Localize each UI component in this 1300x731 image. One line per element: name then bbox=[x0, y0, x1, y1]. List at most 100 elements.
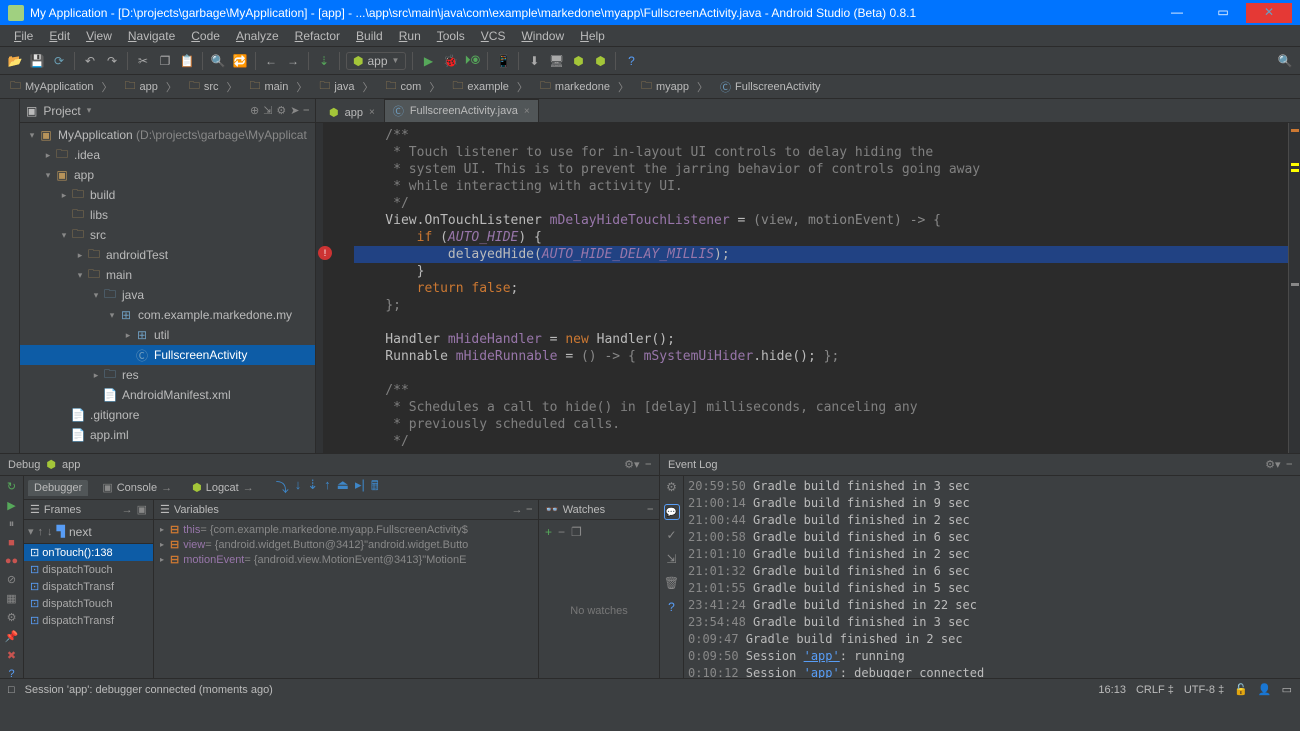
redo-icon[interactable]: ↷ bbox=[103, 52, 121, 70]
tree-node[interactable]: ▾🗀main bbox=[20, 265, 315, 285]
memory-icon[interactable]: ▭ bbox=[1282, 683, 1292, 696]
tree-node[interactable]: 📄.gitignore bbox=[20, 405, 315, 425]
make-icon[interactable]: ⇣ bbox=[315, 52, 333, 70]
stack-frame[interactable]: ⊡ onTouch():138 bbox=[24, 544, 153, 561]
event-link[interactable]: 'app' bbox=[804, 666, 840, 678]
mark-read-icon[interactable]: ✓ bbox=[664, 528, 680, 544]
ddms-icon[interactable]: ⬢ bbox=[569, 52, 587, 70]
settings-icon[interactable]: ⚙ bbox=[664, 480, 680, 496]
stack-frame[interactable]: ⊡ dispatchTransf bbox=[24, 578, 153, 595]
menu-tools[interactable]: Tools bbox=[429, 27, 473, 45]
collapse-icon[interactable]: ⇲ bbox=[263, 104, 272, 117]
avd-icon[interactable]: 📱 bbox=[494, 52, 512, 70]
tree-node[interactable]: ▾🗀src bbox=[20, 225, 315, 245]
inspector-icon[interactable]: 👤 bbox=[1258, 683, 1272, 696]
menu-window[interactable]: Window bbox=[513, 27, 572, 45]
breakpoints-icon[interactable]: ●● bbox=[4, 555, 20, 567]
monitor-icon[interactable]: 🖥 bbox=[547, 52, 565, 70]
pin-icon[interactable]: 📌 bbox=[4, 630, 20, 643]
close-tab-icon[interactable]: × bbox=[369, 107, 375, 118]
restore-layout-icon[interactable]: ▦ bbox=[4, 592, 20, 605]
step-over-icon[interactable]: ⤵ bbox=[276, 477, 289, 499]
editor-tab[interactable]: ⬢app× bbox=[320, 102, 384, 122]
sync-icon[interactable]: ⟳ bbox=[50, 52, 68, 70]
editor-gutter[interactable]: ! bbox=[316, 123, 324, 453]
breadcrumb-app[interactable]: 🗀app bbox=[118, 77, 182, 96]
stack-frame[interactable]: ⊡ dispatchTouch bbox=[24, 561, 153, 578]
menu-file[interactable]: File bbox=[6, 27, 41, 45]
undo-icon[interactable]: ↶ bbox=[81, 52, 99, 70]
hide-icon[interactable]: ⎯ bbox=[648, 503, 654, 516]
close-tab-icon[interactable]: × bbox=[524, 106, 530, 117]
gear-icon[interactable]: ⚙▾ bbox=[624, 458, 639, 471]
error-gutter-icon[interactable]: ! bbox=[318, 246, 332, 260]
combo-icon[interactable]: ▣ bbox=[26, 104, 37, 118]
tree-node[interactable]: 🗀libs bbox=[20, 205, 315, 225]
cut-icon[interactable]: ✂ bbox=[134, 52, 152, 70]
gear-icon[interactable]: ⚙ bbox=[276, 104, 286, 117]
debug-icon[interactable]: 🐞 bbox=[441, 52, 459, 70]
breadcrumb-main[interactable]: 🗀main bbox=[244, 77, 314, 96]
tree-node[interactable]: ▸🗀.idea bbox=[20, 145, 315, 165]
menu-edit[interactable]: Edit bbox=[41, 27, 78, 45]
prev-frame-icon[interactable]: ↑ bbox=[38, 526, 44, 538]
status-tool-icon[interactable]: □ bbox=[8, 684, 15, 696]
minimize-button[interactable]: — bbox=[1154, 3, 1200, 23]
stop-icon[interactable]: ■ bbox=[4, 537, 20, 549]
paste-icon[interactable]: 📋 bbox=[178, 52, 196, 70]
menu-analyze[interactable]: Analyze bbox=[228, 27, 287, 45]
run-icon[interactable]: ▶ bbox=[419, 52, 437, 70]
tab-debugger[interactable]: Debugger bbox=[28, 480, 88, 496]
tree-node[interactable]: ▾⊞com.example.markedone.my bbox=[20, 305, 315, 325]
tree-node[interactable]: ▸🗀androidTest bbox=[20, 245, 315, 265]
force-step-icon[interactable]: ⇣ bbox=[307, 477, 318, 499]
close-button[interactable]: ✕ bbox=[1246, 3, 1292, 23]
left-tool-strip[interactable] bbox=[0, 99, 20, 453]
event-link[interactable]: 'app' bbox=[804, 649, 840, 663]
add-watch-icon[interactable]: + bbox=[545, 525, 552, 539]
scroll-to-icon[interactable]: ⊕ bbox=[250, 104, 259, 117]
menu-vcs[interactable]: VCS bbox=[473, 27, 514, 45]
copy-icon[interactable]: ❐ bbox=[156, 52, 174, 70]
save-icon[interactable]: 💾 bbox=[28, 52, 46, 70]
thread-selector[interactable]: ▾ bbox=[28, 525, 34, 538]
code-editor[interactable]: /** * Touch listener to use for in-layou… bbox=[324, 123, 1288, 453]
help-icon[interactable]: ? bbox=[4, 668, 20, 678]
help-icon[interactable]: ? bbox=[664, 600, 680, 616]
breadcrumb-java[interactable]: 🗀java bbox=[313, 77, 379, 96]
breadcrumb-example[interactable]: 🗀example bbox=[446, 77, 534, 96]
status-line-sep[interactable]: CRLF ‡ bbox=[1136, 684, 1174, 696]
restore-icon[interactable]: → bbox=[122, 504, 133, 516]
editor-tab[interactable]: ⒸFullscreenActivity.java× bbox=[384, 99, 539, 122]
replace-icon[interactable]: 🔁 bbox=[231, 52, 249, 70]
hide-icon[interactable]: ➤ bbox=[290, 104, 299, 117]
hide-icon[interactable]: ⎯ bbox=[527, 503, 533, 516]
tab-console[interactable]: ▣Console→ bbox=[96, 479, 178, 496]
menu-help[interactable]: Help bbox=[572, 27, 613, 45]
stack-frame[interactable]: ⊡ dispatchTouch bbox=[24, 595, 153, 612]
tree-node[interactable]: ▾▣MyApplication (D:\projects\garbage\MyA… bbox=[20, 125, 315, 145]
evaluate-icon[interactable]: 🖩 bbox=[371, 477, 379, 499]
scroll-icon[interactable]: ⇲ bbox=[664, 552, 680, 568]
menu-build[interactable]: Build bbox=[348, 27, 391, 45]
remove-watch-icon[interactable]: − bbox=[558, 525, 565, 539]
hide-icon[interactable]: ⎯ bbox=[1287, 458, 1293, 471]
breadcrumb-com[interactable]: 🗀com bbox=[380, 77, 447, 96]
pause-icon[interactable]: ⏸ bbox=[4, 518, 20, 531]
breadcrumb-myapplication[interactable]: 🗀MyApplication bbox=[4, 77, 118, 96]
tree-node[interactable]: ▸🗀res bbox=[20, 365, 315, 385]
find-icon[interactable]: 🔍 bbox=[209, 52, 227, 70]
step-out-icon[interactable]: ↑ bbox=[324, 477, 331, 499]
breadcrumb-fullscreenactivity[interactable]: ⒸFullscreenActivity bbox=[714, 79, 835, 95]
status-encoding[interactable]: UTF-8 ‡ bbox=[1184, 684, 1224, 696]
sdk-icon[interactable]: ⬇ bbox=[525, 52, 543, 70]
mute-bp-icon[interactable]: ⊘ bbox=[4, 573, 20, 586]
menu-run[interactable]: Run bbox=[391, 27, 429, 45]
balloon-icon[interactable]: 💬 bbox=[664, 504, 680, 520]
settings-icon[interactable]: ⬢ bbox=[591, 52, 609, 70]
variable-row[interactable]: ▸⊟motionEvent = {android.view.MotionEven… bbox=[156, 552, 536, 567]
menu-navigate[interactable]: Navigate bbox=[120, 27, 183, 45]
gear-icon[interactable]: ⚙▾ bbox=[1265, 458, 1280, 471]
menu-refactor[interactable]: Refactor bbox=[287, 27, 348, 45]
hide-icon[interactable]: ⎯ bbox=[646, 458, 652, 471]
